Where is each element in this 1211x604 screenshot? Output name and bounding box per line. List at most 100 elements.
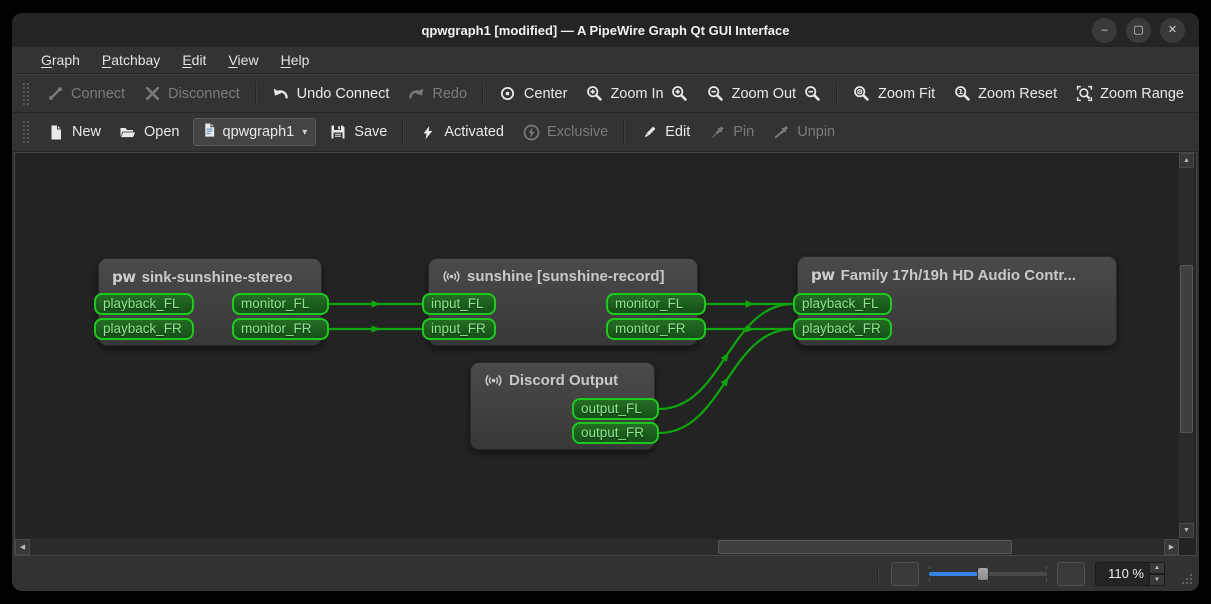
horizontal-scroll-thumb[interactable]: [718, 540, 1012, 554]
window-controls: –▢ ✕: [1092, 13, 1185, 47]
node-title: Discord Output: [509, 372, 618, 389]
zoom-slider-handle[interactable]: [977, 567, 989, 581]
magnifier-plus-icon: [671, 85, 689, 103]
button-label: Disconnect: [168, 86, 240, 102]
new-button[interactable]: New: [38, 118, 110, 146]
activated-button[interactable]: Activated: [410, 118, 513, 146]
dropdown-label: qpwgraph1: [223, 124, 295, 140]
status-bar: 110 % ▲ ▼: [12, 556, 1199, 591]
wire-arrow-icon: [746, 300, 755, 307]
port-sunshine-monitor-fr[interactable]: monitor_FR: [606, 318, 706, 340]
patchbay-toolbar: New Open qpwgraph1 ▾ Save Activated Exclusive E…: [12, 113, 1199, 152]
open-button[interactable]: Open: [110, 118, 188, 146]
toolbar-drag-handle[interactable]: [22, 82, 29, 106]
port-sink-sunshine-stereo-playback-fr[interactable]: playback_FR: [94, 318, 194, 340]
edit-button[interactable]: Edit: [631, 118, 699, 146]
zoom-in-button[interactable]: Zoom In: [576, 80, 697, 108]
redo-button[interactable]: Redo: [398, 80, 476, 108]
patchbay-select-dropdown[interactable]: qpwgraph1 ▾: [193, 118, 317, 146]
unpin-button[interactable]: Unpin: [763, 118, 844, 146]
horizontal-scrollbar[interactable]: ◀▶: [15, 539, 1179, 555]
scroll-left-button[interactable]: ◀: [15, 539, 30, 555]
resize-grip[interactable]: [1182, 574, 1194, 586]
zoom-reset-icon: 1: [953, 85, 971, 103]
menu-help[interactable]: Help: [272, 50, 319, 70]
menu-graph[interactable]: Graph: [32, 50, 89, 70]
port-family-hd-audio-playback-fl[interactable]: playback_FL: [793, 293, 892, 315]
exclusive-button[interactable]: Exclusive: [513, 118, 617, 146]
port-discord-output-output-fr[interactable]: output_FR: [572, 422, 659, 444]
button-label: Unpin: [797, 124, 835, 140]
button-label: Zoom Fit: [878, 86, 935, 102]
port-sunshine-monitor-fl[interactable]: monitor_FL: [606, 293, 706, 315]
vertical-scroll-thumb[interactable]: [1180, 265, 1193, 433]
port-sunshine-input-fr[interactable]: input_FR: [422, 318, 496, 340]
toolbar-separator: [482, 82, 484, 106]
zoom-slider[interactable]: [929, 564, 1047, 584]
port-sink-sunshine-stereo-monitor-fl[interactable]: monitor_FL: [232, 293, 329, 315]
button-label: New: [72, 124, 101, 140]
unpin-icon: [772, 123, 790, 141]
zoom-reset-button[interactable]: 1Zoom Reset: [944, 80, 1066, 108]
connect-button[interactable]: Connect: [37, 80, 134, 108]
vertical-scrollbar[interactable]: ▲▼: [1179, 153, 1194, 538]
center-icon: [499, 85, 517, 103]
button-label: Save: [354, 124, 387, 140]
disconnect-button[interactable]: Disconnect: [134, 80, 249, 108]
button-label: Edit: [665, 124, 690, 140]
window-title: qpwgraph1 [modified] — A PipeWire Graph …: [421, 23, 789, 38]
button-label: Activated: [444, 124, 504, 140]
pipewire-icon: pw: [112, 268, 136, 286]
chevron-down-icon: ▾: [302, 127, 307, 138]
port-sunshine-input-fl[interactable]: input_FL: [422, 293, 496, 315]
zoom-spinbox[interactable]: 110 % ▲ ▼: [1095, 562, 1165, 586]
minimize-button[interactable]: –: [1092, 18, 1117, 43]
redo-icon: [407, 85, 425, 103]
scroll-down-button[interactable]: ▼: [1179, 523, 1194, 538]
port-discord-output-output-fl[interactable]: output_FL: [572, 398, 659, 420]
pin-button[interactable]: Pin: [699, 118, 763, 146]
button-label: Center: [524, 86, 568, 102]
port-sink-sunshine-stereo-monitor-fr[interactable]: monitor_FR: [232, 318, 329, 340]
spin-down-button[interactable]: ▼: [1149, 574, 1165, 586]
center-button[interactable]: Center: [490, 80, 577, 108]
port-family-hd-audio-playback-fr[interactable]: playback_FR: [793, 318, 892, 340]
close-button[interactable]: ✕: [1160, 18, 1185, 43]
node-title: sunshine [sunshine-record]: [467, 268, 665, 285]
menu-patchbay[interactable]: Patchbay: [93, 50, 169, 70]
activated-icon: [419, 123, 437, 141]
open-icon: [119, 123, 137, 141]
pin-icon: [708, 123, 726, 141]
scroll-up-button[interactable]: ▲: [1179, 153, 1194, 168]
statusbar-separator: [877, 565, 879, 583]
wire-arrow-icon: [372, 300, 381, 307]
menu-edit[interactable]: Edit: [173, 50, 215, 70]
maximize-button[interactable]: ▢: [1126, 18, 1151, 43]
button-label: Undo Connect: [297, 86, 390, 102]
wire-arrow-icon: [372, 325, 381, 332]
save-button[interactable]: Save: [320, 118, 396, 146]
port-sink-sunshine-stereo-playback-fl[interactable]: playback_FL: [94, 293, 194, 315]
broadcast-icon: [484, 372, 503, 389]
zoom-in-button[interactable]: [1057, 562, 1085, 586]
zoom-range-icon: [1075, 85, 1093, 103]
app-window: qpwgraph1 [modified] — A PipeWire Graph …: [12, 13, 1199, 591]
undo-icon: [272, 85, 290, 103]
graph-canvas[interactable]: ▲▼ ◀▶ pwsink-sunshine-stereoplayback_FLp…: [14, 152, 1197, 556]
toolbar-separator: [836, 82, 838, 106]
zoom-out-button[interactable]: Zoom Out: [698, 80, 830, 108]
zoom-range-button[interactable]: Zoom Range: [1066, 80, 1193, 108]
button-label: Zoom Out: [732, 86, 796, 102]
zoom-value[interactable]: 110 %: [1095, 562, 1149, 586]
scroll-right-button[interactable]: ▶: [1164, 539, 1179, 555]
button-label: Redo: [432, 86, 467, 102]
svg-text:1: 1: [958, 87, 963, 96]
title-bar[interactable]: qpwgraph1 [modified] — A PipeWire Graph …: [12, 13, 1199, 47]
undo-connect-button[interactable]: Undo Connect: [263, 80, 399, 108]
spin-up-button[interactable]: ▲: [1149, 562, 1165, 574]
zoom-fit-button[interactable]: Zoom Fit: [844, 80, 944, 108]
toolbar-drag-handle[interactable]: [22, 120, 30, 144]
zoom-out-button[interactable]: [891, 562, 919, 586]
menu-bar: GraphPatchbayEditViewHelp: [12, 47, 1199, 74]
menu-view[interactable]: View: [219, 50, 267, 70]
